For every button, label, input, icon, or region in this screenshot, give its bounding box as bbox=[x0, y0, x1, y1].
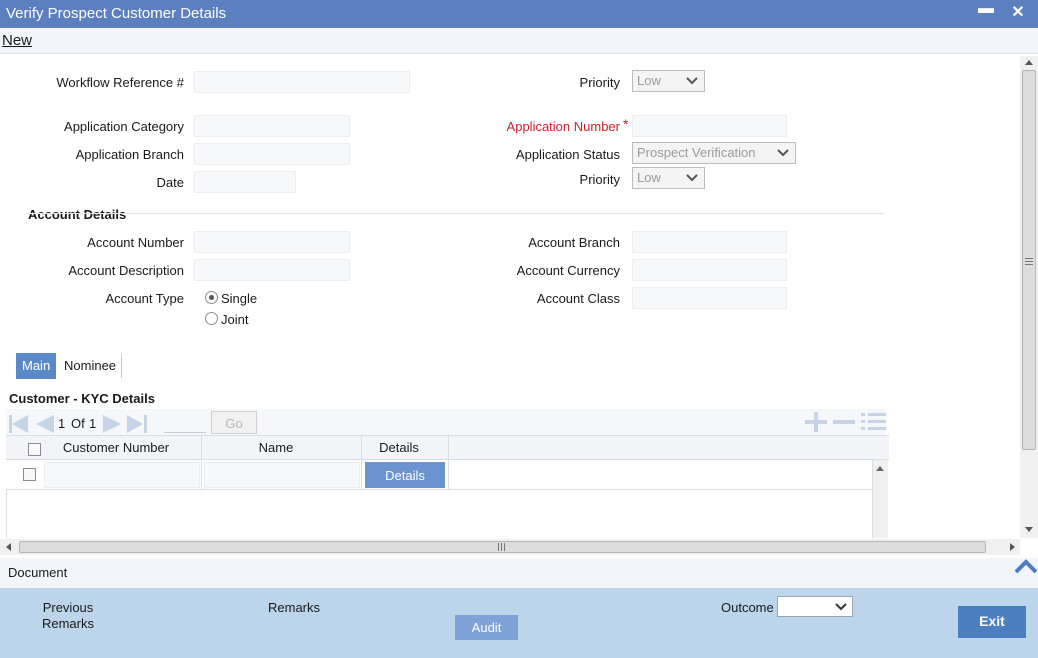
go-button[interactable]: Go bbox=[211, 411, 257, 434]
next-last-page-icon[interactable] bbox=[101, 414, 149, 434]
customer-number-column-header[interactable]: Customer Number bbox=[42, 440, 190, 455]
account-description-field[interactable] bbox=[194, 259, 350, 281]
chevron-down-icon bbox=[777, 149, 789, 157]
grid-left-border bbox=[6, 490, 7, 538]
chevron-down-icon bbox=[686, 77, 698, 85]
page-total: 1 bbox=[89, 416, 97, 431]
close-icon[interactable]: ✕ bbox=[1008, 2, 1028, 24]
application-category-label: Application Category bbox=[64, 119, 184, 134]
remarks-label[interactable]: Remarks bbox=[268, 600, 320, 615]
scroll-down-icon[interactable] bbox=[1024, 526, 1034, 534]
account-class-field[interactable] bbox=[632, 287, 787, 309]
outcome-select[interactable] bbox=[777, 596, 853, 617]
scroll-right-icon[interactable] bbox=[1007, 542, 1017, 552]
account-type-label: Account Type bbox=[105, 291, 184, 306]
account-currency-field[interactable] bbox=[632, 259, 787, 281]
application-status-label: Application Status bbox=[515, 147, 620, 162]
chevron-down-icon bbox=[835, 603, 847, 611]
name-column-header[interactable]: Name bbox=[202, 440, 350, 455]
account-number-field[interactable] bbox=[194, 231, 350, 253]
application-status-value: Prospect Verification bbox=[637, 145, 756, 160]
scroll-left-icon[interactable] bbox=[4, 542, 14, 552]
page-current: 1 bbox=[58, 416, 66, 431]
audit-button[interactable]: Audit bbox=[455, 615, 518, 640]
details-column-header[interactable]: Details bbox=[362, 440, 436, 455]
application-category-field[interactable] bbox=[194, 115, 350, 137]
new-menu-item[interactable]: New bbox=[2, 32, 32, 49]
account-type-single-radio[interactable] bbox=[205, 291, 218, 304]
tab-nominee[interactable]: Nominee bbox=[58, 353, 122, 379]
account-details-header: Account Details bbox=[28, 207, 127, 222]
priority-select-2[interactable]: Low bbox=[632, 167, 705, 189]
priority-label: Priority bbox=[579, 75, 620, 90]
details-button[interactable]: Details bbox=[365, 462, 445, 488]
scroll-grip-icon bbox=[498, 543, 505, 551]
account-description-label: Account Description bbox=[68, 263, 184, 278]
account-currency-label: Account Currency bbox=[516, 263, 620, 278]
page-jump-input[interactable] bbox=[164, 432, 206, 433]
date-label: Date bbox=[156, 175, 184, 190]
scroll-grip-icon bbox=[1025, 258, 1033, 265]
priority-select-2-value: Low bbox=[637, 170, 661, 185]
menu-bar: New bbox=[0, 28, 1038, 54]
previous-remarks-line2[interactable]: Remarks bbox=[30, 616, 106, 631]
account-number-label: Account Number bbox=[87, 235, 184, 250]
row-customer-number-field[interactable] bbox=[44, 462, 200, 488]
section-divider bbox=[28, 213, 884, 214]
account-type-single-label: Single bbox=[221, 291, 258, 306]
priority-select-value: Low bbox=[637, 73, 661, 88]
priority-label-2: Priority bbox=[579, 172, 620, 187]
title-bar: Verify Prospect Customer Details ▬ ✕ bbox=[0, 0, 1038, 28]
application-number-field[interactable] bbox=[632, 115, 787, 137]
workflow-reference-label: Workflow Reference # bbox=[56, 75, 184, 90]
account-type-joint-label: Joint bbox=[221, 312, 249, 327]
page-of: Of bbox=[71, 416, 85, 431]
tab-main[interactable]: Main bbox=[16, 353, 57, 379]
window-title: Verify Prospect Customer Details bbox=[6, 5, 227, 22]
workflow-reference-field[interactable] bbox=[194, 71, 410, 93]
footer-panel bbox=[0, 588, 1038, 658]
document-label[interactable]: Document bbox=[8, 565, 67, 580]
kyc-details-header: Customer - KYC Details bbox=[9, 391, 155, 406]
account-branch-label: Account Branch bbox=[528, 235, 620, 250]
priority-select[interactable]: Low bbox=[632, 70, 705, 92]
first-previous-page-icon[interactable] bbox=[8, 414, 56, 434]
document-bar bbox=[0, 558, 1038, 588]
outcome-label: Outcome bbox=[721, 600, 774, 615]
date-field[interactable] bbox=[194, 171, 296, 193]
exit-button[interactable]: Exit bbox=[958, 606, 1026, 638]
previous-remarks-line1[interactable]: Previous bbox=[30, 600, 106, 615]
tab-separator bbox=[121, 354, 122, 378]
scroll-up-icon[interactable] bbox=[1024, 58, 1034, 66]
scroll-up-icon[interactable] bbox=[875, 464, 885, 472]
required-marker: * bbox=[623, 116, 629, 132]
application-branch-field[interactable] bbox=[194, 143, 350, 165]
account-class-label: Account Class bbox=[536, 291, 620, 306]
account-branch-field[interactable] bbox=[632, 231, 787, 253]
select-all-checkbox[interactable] bbox=[28, 443, 41, 456]
chevron-up-icon[interactable] bbox=[1014, 558, 1038, 574]
chevron-down-icon bbox=[686, 174, 698, 182]
minimize-icon[interactable]: ▬ bbox=[976, 0, 996, 22]
application-number-label: Application Number bbox=[506, 119, 620, 134]
grid-row-actions-icons bbox=[805, 412, 886, 432]
row-checkbox[interactable] bbox=[23, 468, 36, 481]
row-name-field[interactable] bbox=[204, 462, 360, 488]
application-status-select[interactable]: Prospect Verification bbox=[632, 142, 796, 164]
account-type-joint-radio[interactable] bbox=[205, 312, 218, 325]
application-branch-label: Application Branch bbox=[75, 147, 184, 162]
